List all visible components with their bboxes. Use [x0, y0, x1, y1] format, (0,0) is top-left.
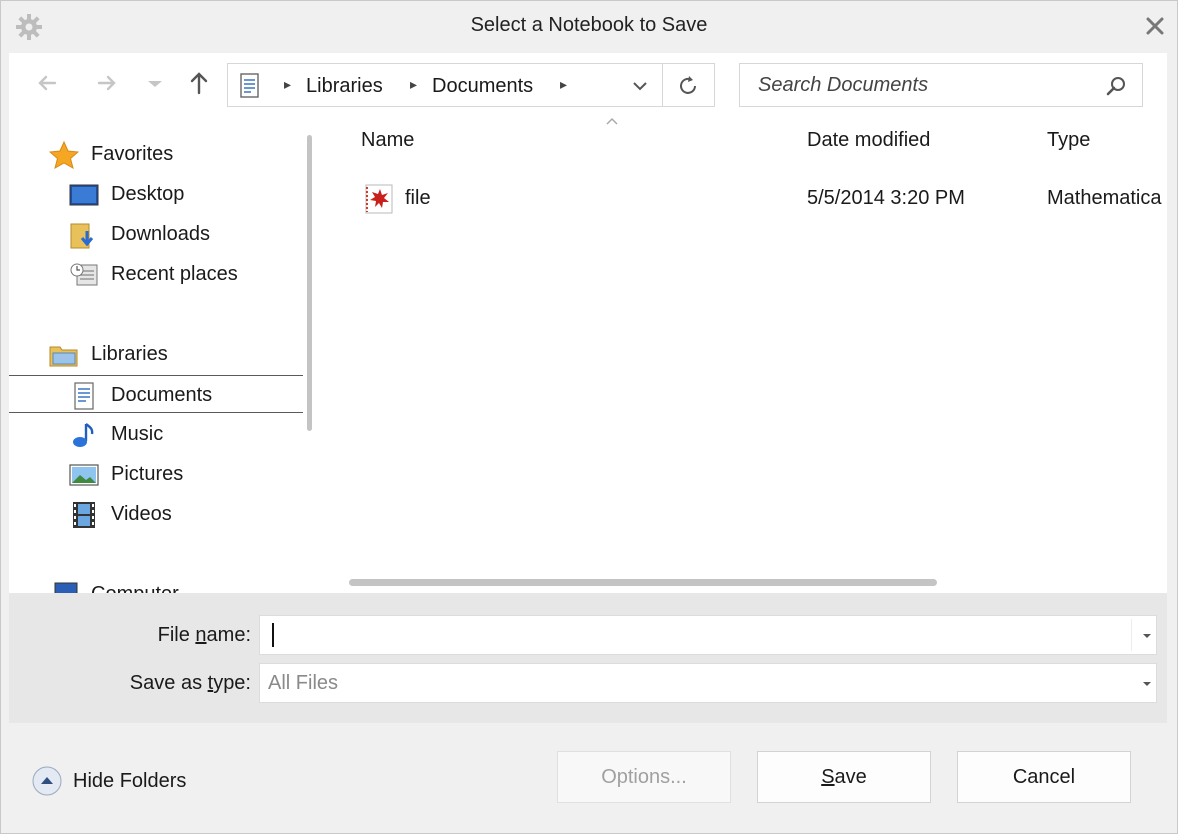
sidebar-item-label: Downloads — [111, 223, 210, 245]
save-as-type-label: Save as type: — [129, 672, 251, 694]
column-header-date-modified[interactable]: Date modified — [807, 129, 930, 152]
breadcrumb-separator[interactable]: ▸ — [560, 76, 567, 93]
mathematica-notebook-icon — [365, 184, 393, 214]
file-name-field[interactable] — [259, 615, 1157, 655]
address-bar[interactable]: ▸ Libraries ▸ Documents ▸ — [227, 63, 715, 107]
navigation-bar: ▸ Libraries ▸ Documents ▸ Search Documen… — [9, 53, 1167, 115]
column-header-type[interactable]: Type — [1047, 129, 1090, 152]
search-icon[interactable] — [1104, 74, 1128, 98]
sidebar-item-desktop[interactable]: Desktop — [9, 175, 303, 213]
star-icon — [49, 141, 79, 169]
file-type-cell: Mathematica — [1047, 187, 1162, 209]
libraries-folder-icon — [49, 346, 78, 367]
refresh-icon[interactable] — [676, 74, 700, 98]
sidebar-scrollbar[interactable] — [303, 115, 317, 593]
sidebar-item-recent-places[interactable]: Recent places — [9, 255, 303, 293]
pictures-icon — [69, 464, 99, 486]
text-cursor — [272, 623, 274, 647]
forward-arrow-icon[interactable] — [93, 69, 121, 97]
sidebar-item-libraries[interactable]: Libraries — [9, 335, 303, 373]
desktop-icon — [69, 184, 99, 206]
up-arrow-icon[interactable] — [185, 69, 213, 97]
sidebar-item-label: Documents — [111, 384, 213, 406]
computer-icon — [54, 582, 78, 593]
recent-places-icon — [70, 263, 98, 286]
sidebar-item-label: Computer — [91, 583, 179, 593]
sidebar-item-music[interactable]: Music — [9, 415, 303, 453]
save-button[interactable]: Save — [757, 751, 931, 803]
chevron-down-icon[interactable] — [1142, 632, 1152, 640]
breadcrumb-libraries[interactable]: Libraries — [306, 75, 383, 98]
sidebar-item-label: Music — [111, 423, 164, 445]
sort-ascending-icon — [606, 117, 618, 125]
save-dialog: Select a Notebook to Save ▸ Libraries ▸ … — [0, 0, 1178, 834]
file-list: Name Date modified Type file 5/5/2014 3:… — [317, 115, 1167, 593]
navigation-pane: Favorites Desktop Downloads Recent place… — [9, 115, 303, 593]
table-row[interactable]: file 5/5/2014 3:20 PM Mathematica — [357, 177, 1167, 217]
sidebar-item-label: Libraries — [91, 343, 168, 365]
sidebar-item-label: Recent places — [111, 263, 238, 285]
hide-folders-button[interactable]: Hide Folders — [31, 765, 231, 797]
sidebar-scrollbar-thumb[interactable] — [307, 135, 312, 431]
save-form: File name: Save as type: All Files — [9, 593, 1167, 723]
close-icon[interactable] — [1143, 14, 1167, 38]
breadcrumb-documents[interactable]: Documents — [432, 75, 533, 98]
breadcrumb-separator: ▸ — [410, 76, 418, 92]
button-bar: Hide Folders Options... Save Cancel — [9, 723, 1167, 827]
music-note-icon — [73, 423, 94, 447]
cancel-button[interactable]: Cancel — [957, 751, 1131, 803]
sidebar-item-label: Favorites — [91, 143, 174, 165]
back-arrow-icon[interactable] — [33, 69, 61, 97]
address-divider — [662, 64, 663, 106]
collapse-up-icon — [32, 766, 62, 796]
sidebar-item-downloads[interactable]: Downloads — [9, 215, 303, 253]
sidebar-item-pictures[interactable]: Pictures — [9, 455, 303, 493]
sidebar-item-label: Videos — [111, 503, 172, 525]
file-name-label: File name: — [157, 624, 251, 646]
chevron-down-icon[interactable] — [1142, 680, 1152, 688]
save-as-type-select[interactable]: All Files — [259, 663, 1157, 703]
address-dropdown-icon[interactable] — [628, 74, 652, 98]
sidebar-item-videos[interactable]: Videos — [9, 495, 303, 533]
videos-icon — [73, 502, 95, 528]
search-input[interactable]: Search Documents — [758, 74, 928, 97]
hide-folders-label: Hide Folders — [73, 770, 187, 792]
options-button[interactable]: Options... — [557, 751, 731, 803]
breadcrumb-separator: ▸ — [284, 76, 292, 92]
file-date-cell: 5/5/2014 3:20 PM — [807, 187, 965, 209]
file-name-cell[interactable]: file — [405, 187, 431, 210]
window-title: Select a Notebook to Save — [470, 14, 708, 36]
sidebar-item-computer[interactable]: Computer — [9, 575, 303, 593]
downloads-folder-icon — [70, 223, 94, 249]
documents-icon — [74, 382, 94, 410]
sidebar-item-label: Pictures — [111, 463, 184, 485]
title-bar: Select a Notebook to Save — [1, 1, 1177, 53]
sidebar-item-favorites[interactable]: Favorites — [9, 135, 303, 173]
sidebar-item-documents[interactable]: Documents — [9, 375, 303, 413]
recent-locations-chevron-icon[interactable] — [141, 69, 169, 97]
column-header-name[interactable]: Name — [361, 129, 414, 152]
search-box[interactable]: Search Documents — [739, 63, 1143, 107]
documents-icon — [240, 73, 259, 98]
field-divider — [1131, 619, 1132, 651]
save-as-type-value[interactable]: All Files — [268, 672, 338, 695]
horizontal-scrollbar-thumb[interactable] — [349, 579, 937, 586]
sidebar-item-label: Desktop — [111, 183, 185, 205]
